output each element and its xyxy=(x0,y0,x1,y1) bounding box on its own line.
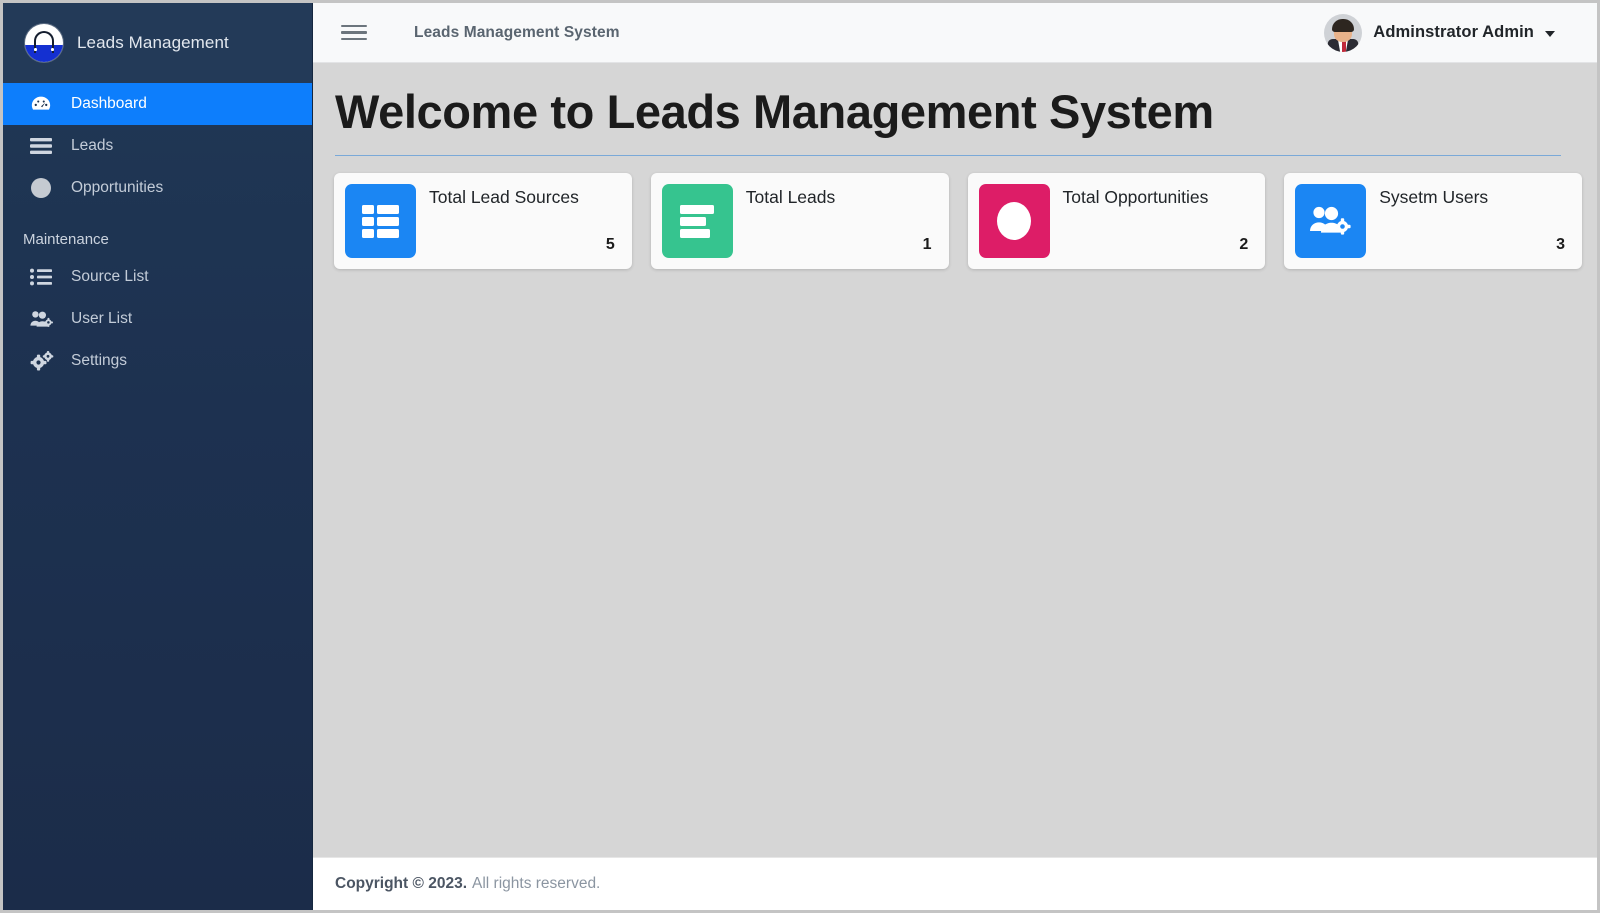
stat-card-total-opportunities[interactable]: Total Opportunities 2 xyxy=(967,173,1266,270)
sidebar-item-label: Opportunities xyxy=(71,179,164,196)
circle-icon xyxy=(978,184,1050,259)
page-header: Welcome to Leads Management System xyxy=(313,63,1597,157)
users-cog-icon xyxy=(1295,184,1367,259)
rights-text: All rights reserved. xyxy=(472,875,601,892)
sidebar-item-source-list[interactable]: Source List xyxy=(3,256,312,298)
align-left-bars-icon xyxy=(661,184,733,259)
sidebar-item-settings[interactable]: Settings xyxy=(3,340,312,382)
stat-card-system-users[interactable]: Sysetm Users 3 xyxy=(1284,173,1582,270)
stat-card-label: Total Opportunities xyxy=(1062,187,1209,208)
user-menu[interactable]: Adminstrator Admin xyxy=(1324,13,1575,52)
cogs-icon xyxy=(30,351,55,371)
list-ul-icon xyxy=(30,268,55,286)
application-window: Leads Management Dashboard Leads Opportu… xyxy=(0,0,1600,913)
copyright-text: Copyright © 2023. xyxy=(335,875,468,892)
shopping-bag-lock-icon xyxy=(25,24,63,62)
filled-circle-icon xyxy=(30,177,55,199)
sidebar-item-label: Dashboard xyxy=(71,95,147,112)
stat-card-value: 2 xyxy=(1239,236,1249,254)
stat-card-value: 3 xyxy=(1556,236,1565,254)
sidebar-item-dashboard[interactable]: Dashboard xyxy=(3,83,312,125)
stat-card-label: Total Lead Sources xyxy=(429,187,579,208)
stat-card-total-leads[interactable]: Total Leads 1 xyxy=(650,173,949,270)
sidebar-item-leads[interactable]: Leads xyxy=(3,125,312,167)
align-justify-bars-icon xyxy=(30,137,55,155)
footer: Copyright © 2023. All rights reserved. xyxy=(313,857,1597,910)
page-title: Welcome to Leads Management System xyxy=(335,85,1214,138)
topbar-title: Leads Management System xyxy=(414,23,620,41)
user-name-label: Adminstrator Admin xyxy=(1373,23,1534,41)
stat-card-value: 1 xyxy=(922,236,932,254)
stat-card-label: Sysetm Users xyxy=(1379,187,1489,208)
sidebar-item-user-list[interactable]: User List xyxy=(3,298,312,340)
sidebar-item-label: User List xyxy=(71,310,133,327)
sidebar-item-label: Leads xyxy=(71,137,114,154)
user-avatar-icon xyxy=(1324,13,1363,52)
brand-header[interactable]: Leads Management xyxy=(3,3,312,83)
hamburger-icon[interactable] xyxy=(341,20,367,46)
stat-card-label: Total Leads xyxy=(745,187,836,208)
stat-card-row: Total Lead Sources 5 Total Leads 1 Total… xyxy=(313,156,1597,270)
sidebar: Leads Management Dashboard Leads Opportu… xyxy=(3,3,313,910)
sidebar-section-maintenance: Maintenance xyxy=(23,231,109,248)
chevron-down-icon xyxy=(1545,31,1555,37)
content-region: Welcome to Leads Management System Total… xyxy=(313,63,1597,857)
stat-card-total-lead-sources[interactable]: Total Lead Sources 5 xyxy=(334,173,632,270)
sidebar-item-label: Settings xyxy=(71,352,128,369)
users-cog-icon xyxy=(30,310,55,329)
topbar: Leads Management System Adminstrator Adm… xyxy=(313,3,1597,63)
brand-title: Leads Management xyxy=(77,33,229,52)
table-grid-icon xyxy=(345,184,416,259)
sidebar-item-label: Source List xyxy=(71,268,149,285)
sidebar-item-opportunities[interactable]: Opportunities xyxy=(3,167,312,209)
sidebar-nav: Dashboard Leads Opportunities Maintenanc… xyxy=(3,83,312,382)
stat-card-value: 5 xyxy=(605,236,615,254)
tachometer-dashboard-icon xyxy=(30,93,55,115)
main-area: Leads Management System Adminstrator Adm… xyxy=(313,3,1597,910)
